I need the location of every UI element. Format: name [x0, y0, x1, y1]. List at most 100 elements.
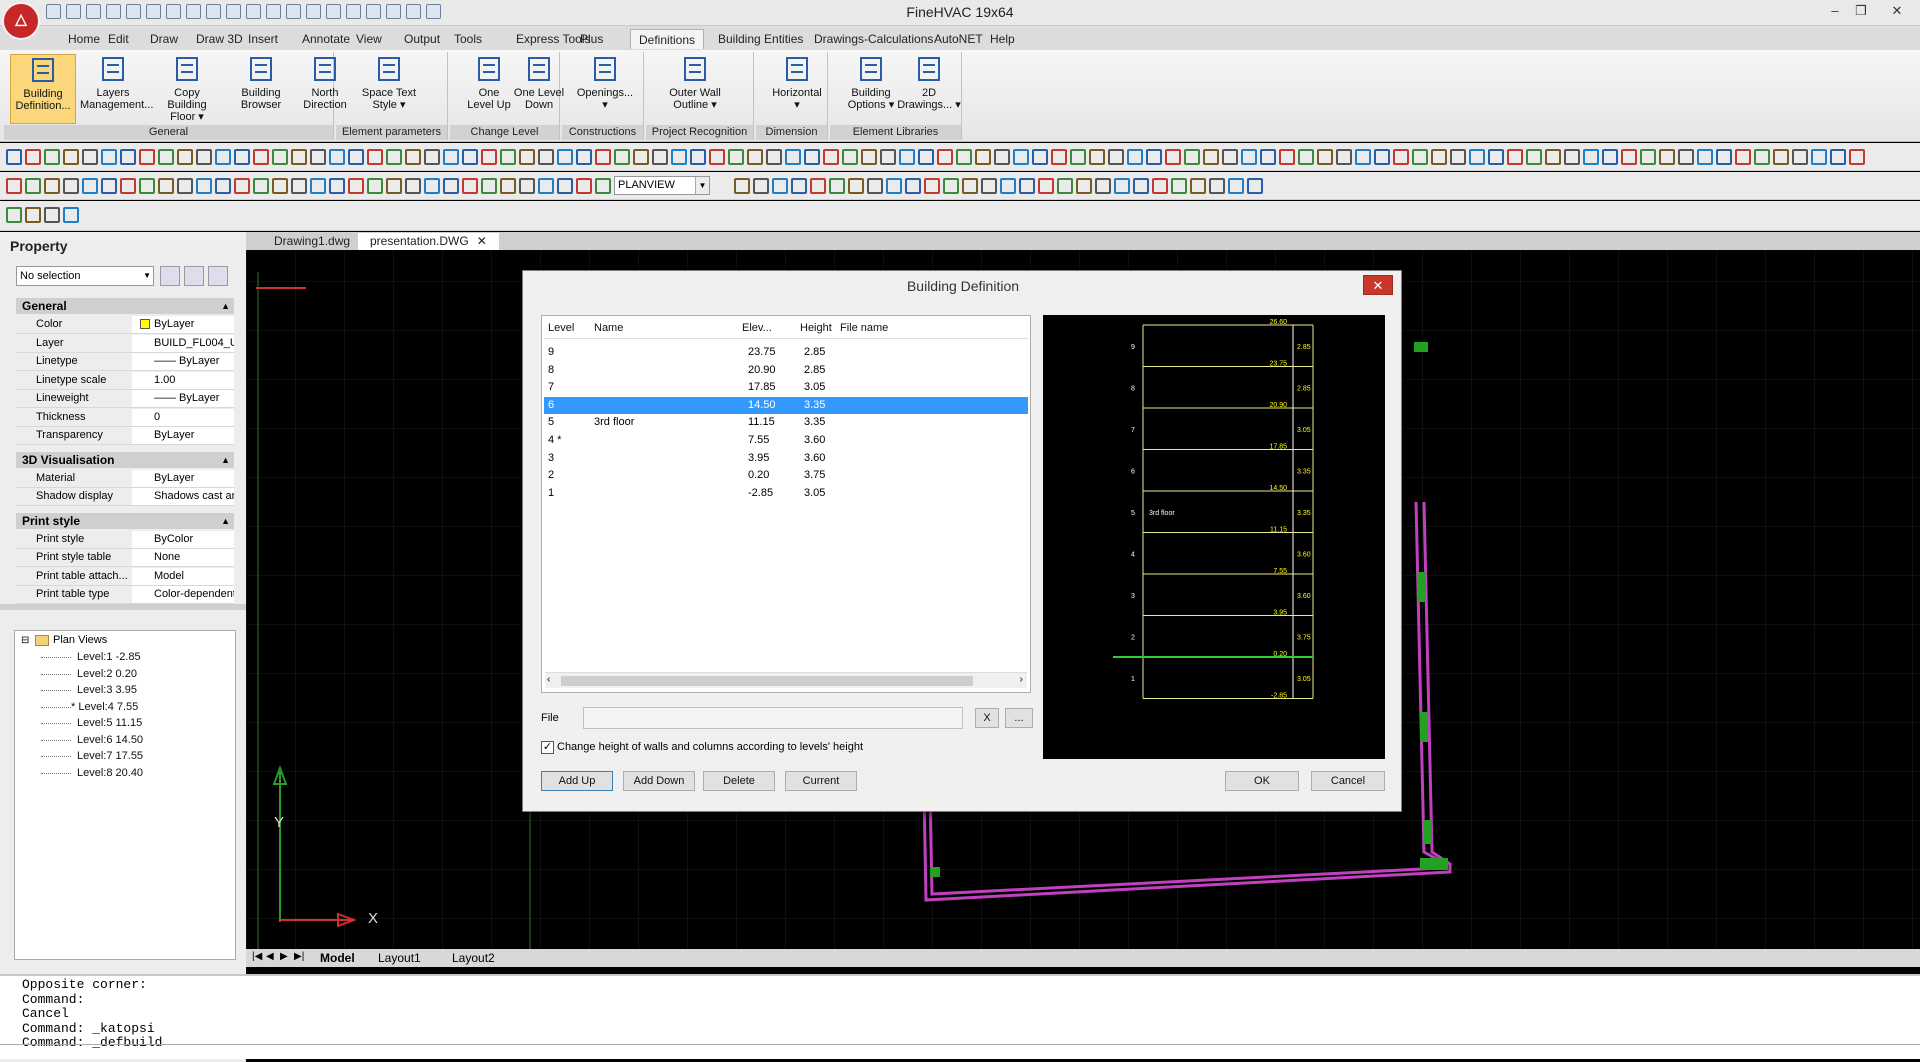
scroll-thumb[interactable] — [561, 676, 973, 686]
cancel-button[interactable]: Cancel — [1311, 771, 1385, 791]
ribbon-button-copy-floor[interactable]: Copy Building Floor ▾ — [154, 54, 220, 124]
toolbar-tool-icon[interactable] — [1222, 149, 1238, 165]
toolbar-tool-icon[interactable] — [462, 178, 478, 194]
column-header-file-name[interactable]: File name — [840, 322, 888, 334]
tree-item-level[interactable]: Level:5 11.15 — [77, 717, 142, 729]
toolbar-tool-icon[interactable] — [63, 178, 79, 194]
toolbar-tool-icon[interactable] — [82, 178, 98, 194]
toolbar-tool-icon[interactable] — [63, 149, 79, 165]
toolbar-tool-icon[interactable] — [1545, 149, 1561, 165]
toolbar-tool-icon[interactable] — [905, 178, 921, 194]
quick-access-icon[interactable] — [206, 4, 221, 19]
toolbar-tool-icon[interactable] — [1716, 149, 1732, 165]
horizontal-scrollbar[interactable]: ‹ › — [545, 672, 1027, 688]
toolbar-tool-icon[interactable] — [1184, 149, 1200, 165]
toolbar-tool-icon[interactable] — [215, 149, 231, 165]
select-objects-icon[interactable] — [184, 266, 204, 286]
toolbar-tool-icon[interactable] — [253, 178, 269, 194]
toolbar-tool-icon[interactable] — [1127, 149, 1143, 165]
quick-access-icon[interactable] — [386, 4, 401, 19]
toolbar-tool-icon[interactable] — [1412, 149, 1428, 165]
toolbar-tool-icon[interactable] — [633, 149, 649, 165]
quick-access-icon[interactable] — [106, 4, 121, 19]
property-row[interactable]: Print style ByColor — [16, 530, 234, 549]
toolbar-tool-icon[interactable] — [728, 149, 744, 165]
toolbar-tool-icon[interactable] — [880, 149, 896, 165]
quick-access-icon[interactable] — [246, 4, 261, 19]
toolbar-tool-icon[interactable] — [1000, 178, 1016, 194]
adjust-height-checkbox[interactable]: ✓ — [541, 741, 554, 754]
toolbar-tool-icon[interactable] — [791, 178, 807, 194]
table-row[interactable]: 4 * 7.55 3.60 — [544, 432, 1028, 449]
toolbar-tool-icon[interactable] — [994, 149, 1010, 165]
toolbar-tool-icon[interactable] — [139, 149, 155, 165]
toolbar-tool-icon[interactable] — [1450, 149, 1466, 165]
toolbar-tool-icon[interactable] — [1298, 149, 1314, 165]
toolbar-tool-icon[interactable] — [1374, 149, 1390, 165]
layout-nav-icon[interactable]: |◀ — [252, 951, 262, 962]
tab-autonet[interactable]: AutoNET — [926, 29, 991, 49]
toolbar-tool-icon[interactable] — [614, 149, 630, 165]
maximize-button[interactable]: ❐ — [1850, 2, 1872, 20]
column-header-elevation[interactable]: Elev... — [742, 322, 772, 334]
toolbar-tool-icon[interactable] — [1773, 149, 1789, 165]
add-up-button[interactable]: Add Up — [541, 771, 613, 791]
toolbar-tool-icon[interactable] — [538, 149, 554, 165]
table-row[interactable]: 5 3rd floor 11.15 3.35 — [544, 414, 1028, 431]
toolbar-tool-icon[interactable] — [44, 207, 60, 223]
table-row[interactable]: 2 0.20 3.75 — [544, 467, 1028, 484]
quick-access-icon[interactable] — [226, 4, 241, 19]
toolbar-tool-icon[interactable] — [1279, 149, 1295, 165]
close-icon[interactable]: ✕ — [477, 234, 487, 248]
tab-definitions[interactable]: Definitions — [630, 29, 705, 49]
toolbar-tool-icon[interactable] — [747, 149, 763, 165]
browse-file-button[interactable]: ... — [1005, 708, 1033, 728]
toolbar-tool-icon[interactable] — [215, 178, 231, 194]
toolbar-tool-icon[interactable] — [310, 149, 326, 165]
toolbar-tool-icon[interactable] — [158, 149, 174, 165]
toolbar-tool-icon[interactable] — [25, 178, 41, 194]
toolbar-tool-icon[interactable] — [272, 178, 288, 194]
toolbar-tool-icon[interactable] — [139, 178, 155, 194]
toolbar-tool-icon[interactable] — [519, 178, 535, 194]
toolbar-tool-icon[interactable] — [709, 149, 725, 165]
scroll-right-icon[interactable]: › — [1020, 674, 1023, 685]
toolbar-tool-icon[interactable] — [1488, 149, 1504, 165]
toolbar-tool-icon[interactable] — [519, 149, 535, 165]
toolbar-tool-icon[interactable] — [1317, 149, 1333, 165]
quick-access-icon[interactable] — [266, 4, 281, 19]
toolbar-tool-icon[interactable] — [804, 149, 820, 165]
toolbar-tool-icon[interactable] — [1038, 178, 1054, 194]
toolbar-tool-icon[interactable] — [1830, 149, 1846, 165]
close-icon[interactable]: ✕ — [1363, 275, 1393, 295]
toolbar-tool-icon[interactable] — [772, 178, 788, 194]
toolbar-tool-icon[interactable] — [734, 178, 750, 194]
ribbon-button-openings[interactable]: Openings... ▾ — [570, 54, 640, 124]
toolbar-tool-icon[interactable] — [424, 149, 440, 165]
toolbar-tool-icon[interactable] — [424, 178, 440, 194]
toolbar-tool-icon[interactable] — [253, 149, 269, 165]
toolbar-tool-icon[interactable] — [886, 178, 902, 194]
toolbar-tool-icon[interactable] — [1526, 149, 1542, 165]
ribbon-button-building-browser[interactable]: Building Browser — [228, 54, 294, 124]
toolbar-tool-icon[interactable] — [1640, 149, 1656, 165]
property-category-3d-visualisation[interactable]: 3D Visualisation ▲ — [16, 451, 234, 468]
tree-item-level[interactable]: Level:8 20.40 — [77, 767, 143, 779]
toolbar-tool-icon[interactable] — [196, 149, 212, 165]
toolbar-tool-icon[interactable] — [1355, 149, 1371, 165]
toolbar-tool-icon[interactable] — [766, 149, 782, 165]
toolbar-tool-icon[interactable] — [329, 149, 345, 165]
toolbar-tool-icon[interactable] — [348, 149, 364, 165]
tab-draw[interactable]: Draw — [142, 29, 186, 49]
tree-item-level[interactable]: Level:1 -2.85 — [77, 651, 141, 663]
toolbar-tool-icon[interactable] — [367, 149, 383, 165]
toolbar-tool-icon[interactable] — [1108, 149, 1124, 165]
toolbar-tool-icon[interactable] — [1735, 149, 1751, 165]
tab-output[interactable]: Output — [396, 29, 448, 49]
toolbar-tool-icon[interactable] — [329, 178, 345, 194]
toolbar-tool-icon[interactable] — [1431, 149, 1447, 165]
layout-tab-model[interactable]: Model — [320, 951, 355, 965]
toolbar-tool-icon[interactable] — [82, 149, 98, 165]
toolbar-tool-icon[interactable] — [405, 178, 421, 194]
property-row[interactable]: Linetype scale 1.00 — [16, 371, 234, 390]
